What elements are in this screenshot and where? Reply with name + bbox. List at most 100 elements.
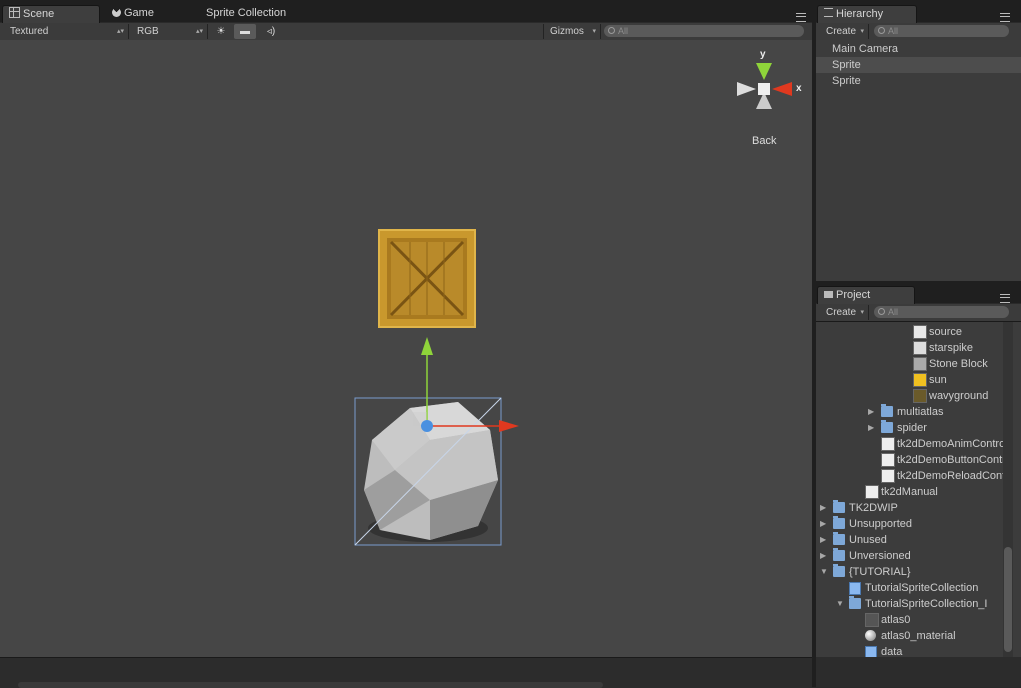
chevron-updown-icon: ▴▾ [195, 28, 203, 35]
tab-scene[interactable]: Scene [2, 5, 100, 23]
project-item-label: source [929, 326, 963, 338]
gizmos-label: Gizmos [550, 26, 584, 37]
expanded-triangle-icon[interactable]: ▼ [836, 596, 844, 612]
collapsed-triangle-icon[interactable]: ▶ [820, 532, 826, 548]
project-item[interactable]: TutorialSpriteCollection [816, 580, 1006, 596]
crate-sprite[interactable] [378, 229, 476, 328]
folder-icon [833, 532, 845, 545]
render-mode-dropdown[interactable]: RGB ▴▾ [131, 24, 208, 39]
horizontal-scrollbar[interactable] [18, 682, 603, 688]
gizmos-dropdown[interactable]: Gizmos ▾ [543, 24, 601, 39]
project-item[interactable]: Stone Block [816, 356, 1006, 372]
project-item[interactable]: tk2dManual [816, 484, 1006, 500]
text-file-icon [913, 325, 927, 339]
expanded-triangle-icon[interactable]: ▼ [820, 564, 828, 580]
project-create-dropdown[interactable]: Create ▾ [820, 305, 869, 320]
x-axis-arrow-icon[interactable] [499, 420, 519, 432]
tab-menu-icon[interactable] [796, 13, 806, 22]
project-item-label: atlas0 [881, 614, 911, 626]
project-item-label: Unsupported [849, 518, 912, 530]
hierarchy-create-dropdown[interactable]: Create ▾ [820, 24, 869, 39]
collapsed-triangle-icon[interactable]: ▶ [820, 500, 826, 516]
collapsed-triangle-icon[interactable]: ▶ [820, 516, 826, 532]
project-item[interactable]: ▶ TK2DWIP [816, 500, 1006, 516]
project-search-input[interactable]: All [874, 306, 1009, 318]
tab-game[interactable]: Game [106, 5, 160, 22]
collapsed-triangle-icon[interactable]: ▶ [868, 420, 874, 436]
folder-icon [824, 291, 833, 298]
gizmo-x-label: x [796, 83, 802, 94]
tab-project[interactable]: Project [817, 286, 915, 304]
project-item[interactable]: ▶ Unused [816, 532, 1006, 548]
prefab-icon [849, 582, 861, 595]
project-item[interactable]: source [816, 324, 1006, 340]
scene-search-input[interactable]: All [604, 25, 804, 37]
hierarchy-menu-icon[interactable] [1000, 13, 1010, 22]
project-item[interactable]: tk2dDemoAnimContro [816, 436, 1006, 452]
project-item[interactable]: starspike [816, 340, 1006, 356]
project-item[interactable]: ▶ spider [816, 420, 1006, 436]
draw-mode-dropdown[interactable]: Textured ▴▾ [4, 24, 129, 39]
project-item-label: tk2dDemoButtonContr [897, 454, 1006, 466]
tab-hierarchy[interactable]: Hierarchy [817, 5, 917, 23]
project-menu-icon[interactable] [1000, 294, 1010, 303]
project-item-label: Unversioned [849, 550, 911, 562]
project-item[interactable]: ▶ Unversioned [816, 548, 1006, 564]
project-scrollbar-thumb[interactable] [1004, 547, 1012, 652]
hierarchy-item-label: Sprite [832, 59, 861, 71]
project-item-label: tk2dDemoAnimContro [897, 438, 1006, 450]
hierarchy-toolbar: Create ▾ All [816, 23, 1021, 41]
project-item-label: Stone Block [929, 358, 988, 370]
search-icon [608, 27, 615, 34]
star-texture-icon [913, 341, 927, 355]
hierarchy-search-placeholder: All [888, 26, 899, 36]
scene-tab-bar: Scene Game Sprite Collection [0, 0, 812, 23]
scene-search-placeholder: All [618, 26, 629, 36]
project-item[interactable]: ▼ {TUTORIAL} [816, 564, 1006, 580]
prefab-icon [865, 646, 877, 657]
hierarchy-item[interactable]: Sprite [816, 57, 1021, 73]
project-item[interactable]: ▼ TutorialSpriteCollection_I [816, 596, 1006, 612]
gizmo-y-label: y [760, 49, 766, 60]
project-item-label: wavyground [929, 390, 989, 402]
collapsed-triangle-icon[interactable]: ▶ [868, 404, 874, 420]
script-icon [881, 437, 895, 451]
hierarchy-item[interactable]: Sprite [816, 73, 1021, 89]
collapsed-triangle-icon[interactable]: ▶ [820, 548, 826, 564]
project-item[interactable]: tk2dDemoButtonContr [816, 452, 1006, 468]
folder-icon [881, 420, 893, 433]
hierarchy-search-input[interactable]: All [874, 25, 1009, 37]
search-icon [878, 308, 885, 315]
project-item[interactable]: sun [816, 372, 1006, 388]
project-search-placeholder: All [888, 307, 899, 317]
scene-view[interactable]: y x Back [0, 40, 812, 657]
project-scrollbar[interactable] [1003, 322, 1013, 657]
project-item[interactable]: ▶ Unsupported [816, 516, 1006, 532]
orientation-gizmo[interactable] [737, 63, 792, 109]
pacman-icon [112, 8, 121, 17]
project-item[interactable]: atlas0 [816, 612, 1006, 628]
hierarchy-item[interactable]: Main Camera [816, 41, 1021, 57]
tab-sprite-collection-label: Sprite Collection [206, 7, 287, 19]
project-item[interactable]: tk2dDemoReloadContr [816, 468, 1009, 484]
pivot-handle[interactable] [421, 420, 433, 432]
project-item[interactable]: ▶ multiatlas [816, 404, 1006, 420]
project-item-label: starspike [929, 342, 974, 354]
project-item[interactable]: atlas0_material [816, 628, 1006, 644]
y-axis-arrow-icon[interactable] [421, 337, 433, 355]
project-item[interactable]: wavyground [816, 388, 1006, 404]
audio-toggle-icon[interactable]: ◃) [260, 24, 282, 39]
search-icon [878, 27, 885, 34]
project-item[interactable]: data [816, 644, 1006, 657]
image-effects-toggle-icon[interactable]: ▬ [234, 24, 256, 39]
script-icon [881, 453, 895, 467]
project-item-label: Unused [849, 534, 887, 546]
project-item-label: {TUTORIAL} [849, 566, 911, 578]
chevron-updown-icon: ▴▾ [116, 28, 124, 35]
draw-mode-value: Textured [10, 26, 49, 37]
lighting-toggle-icon[interactable]: ☀ [210, 24, 232, 39]
tab-game-label: Game [124, 7, 154, 19]
project-item-label: data [881, 646, 903, 657]
hierarchy-tab-bar: Hierarchy [816, 0, 1021, 23]
tab-sprite-collection[interactable]: Sprite Collection [200, 5, 292, 22]
